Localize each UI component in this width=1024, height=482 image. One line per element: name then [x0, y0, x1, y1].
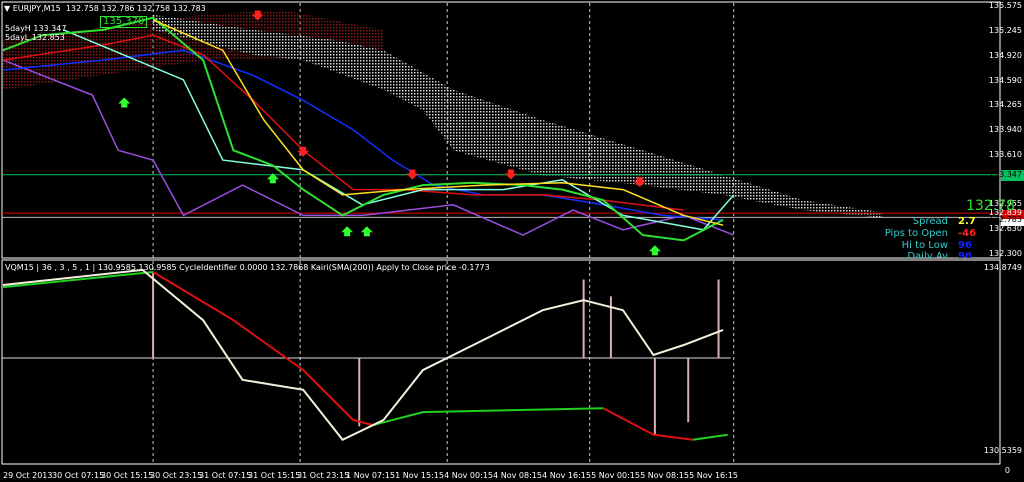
time-axis-label: 1 Nov 15:15: [395, 471, 444, 480]
time-axis-label: 4 Nov 00:15: [444, 471, 493, 480]
time-axis-label: 31 Oct 07:15: [199, 471, 252, 480]
time-axis-label: 29 Oct 2013: [3, 471, 53, 480]
price-axis-label: 135.245: [988, 25, 1022, 35]
chart-canvas[interactable]: [0, 0, 1024, 482]
buy-arrow-icon: [360, 226, 373, 237]
symbol-header[interactable]: ▼ EURJPY,M15 132.758 132.786 132.758 132…: [4, 4, 206, 14]
current-price: 132.78: [966, 198, 1015, 214]
price-axis-label: 134.590: [988, 75, 1022, 85]
price-axis-label: 133.940: [988, 124, 1022, 134]
signal-line: [2, 271, 154, 289]
time-axis-label: 30 Oct 23:15: [150, 471, 203, 480]
spread-value: 2.7: [958, 216, 976, 227]
price-axis-label: 133.347: [988, 169, 1022, 179]
daily-avg-value: 96: [958, 251, 972, 258]
buy-arrow-icon: [118, 97, 131, 108]
sell-arrow-icon: [297, 146, 310, 157]
price-marker-label: 135.370: [100, 16, 148, 28]
spread-label: Spread: [912, 216, 948, 227]
indicator-title: VQM15 | 36 , 3 , 5 , 1 | 130.9585 130.95…: [5, 263, 490, 272]
price-axis-label: 132.300: [988, 249, 1022, 258]
price-axis-label: 133.610: [988, 149, 1022, 159]
session-separators: [152, 3, 735, 463]
price-axis-label: 132.630: [988, 224, 1022, 233]
signal-line: [372, 407, 604, 427]
price-axis-label: 135.575: [988, 1, 1022, 10]
five-day-low-label: 5dayL 132.853: [5, 33, 65, 42]
time-axis-label: 31 Oct 23:15: [297, 471, 350, 480]
lower-series: [2, 268, 731, 442]
time-axis-label: 4 Nov 08:15: [493, 471, 542, 480]
lower-axis-zero: 0: [1004, 466, 1010, 475]
time-axis-label: 31 Oct 15:15: [248, 471, 301, 480]
pips-to-open-value: -46: [958, 228, 977, 239]
signal-line: [602, 407, 693, 441]
lower-axis-min: 130.5359: [983, 446, 1022, 455]
signal-line: [692, 433, 728, 441]
ohlc-values: 132.758 132.786 132.758 132.783: [65, 4, 206, 13]
time-axis-label: 30 Oct 07:15: [52, 471, 105, 480]
hi-to-low-value: 96: [958, 240, 972, 251]
hi-to-low-label: Hi to Low: [901, 240, 948, 251]
daily-avg-label: Daily Av: [907, 251, 948, 258]
sell-arrow-icon: [406, 169, 419, 180]
buy-arrow-icon: [648, 245, 661, 256]
time-axis-label: 4 Nov 16:15: [542, 471, 591, 480]
signal-line: [152, 271, 374, 427]
time-axis-label: 5 Nov 16:15: [689, 471, 738, 480]
sell-arrow-icon: [504, 169, 517, 180]
price-axis-label: 134.920: [988, 50, 1022, 60]
lower-panel-frame: [1, 259, 1001, 465]
time-axis-label: 30 Oct 15:15: [101, 471, 154, 480]
time-axis-label: 1 Nov 07:15: [346, 471, 395, 480]
pips-to-open-label: Pips to Open: [884, 228, 948, 239]
time-axis-label: 5 Nov 08:15: [640, 471, 689, 480]
lower-axis-max: 134.8749: [983, 263, 1022, 272]
time-axis-label: 5 Nov 00:15: [591, 471, 640, 480]
buy-arrow-icon: [341, 226, 354, 237]
price-axis-label: 134.265: [988, 100, 1022, 110]
dropdown-icon[interactable]: ▼: [4, 4, 13, 13]
